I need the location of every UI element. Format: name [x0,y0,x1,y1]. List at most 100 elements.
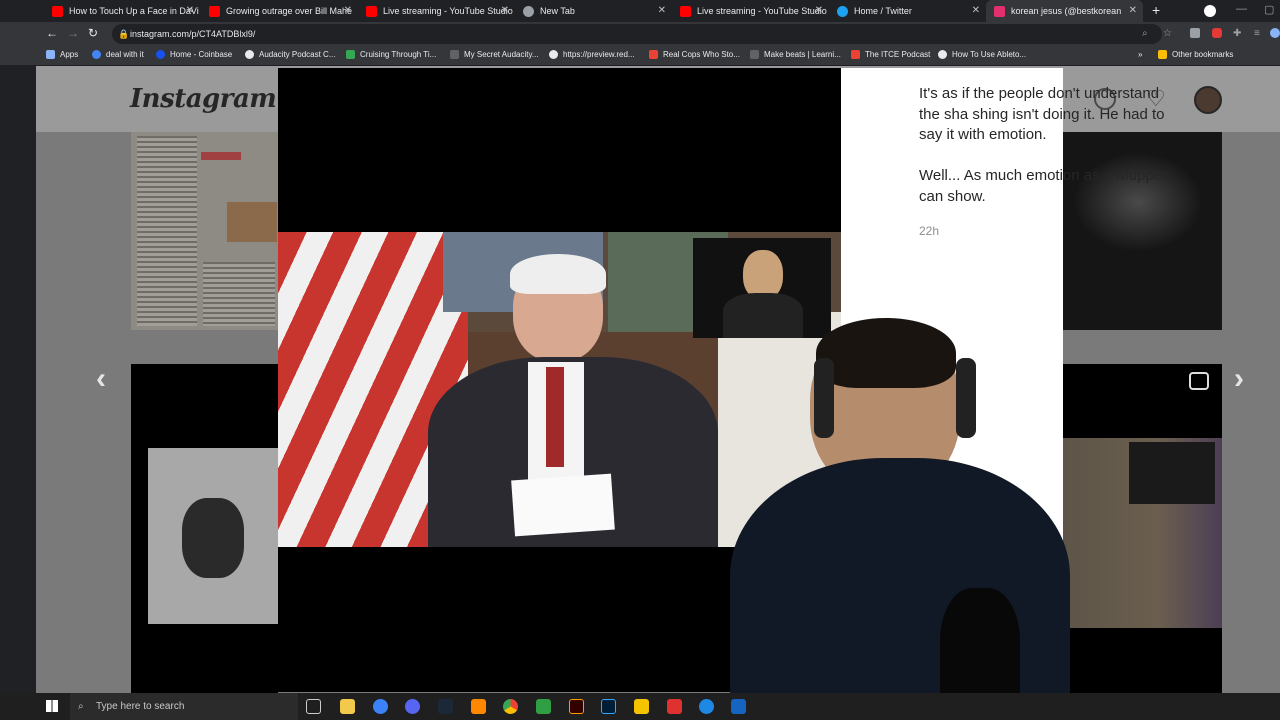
tab-3[interactable]: Live streaming - YouTube Studio ✕ [358,0,515,22]
instagram-icon [994,5,1005,17]
search-placeholder: Type here to search [96,701,185,712]
windows-taskbar: ⌕ Type here to search [0,693,1280,720]
youtube-icon [366,5,377,17]
vlc-icon[interactable] [471,699,486,714]
close-icon[interactable]: ✕ [815,5,823,16]
bookmark-label: deal with it [106,50,144,59]
post-thumbnail[interactable] [131,364,278,693]
chrome-icon[interactable] [503,699,518,714]
steam-icon[interactable] [438,699,453,714]
chevron-left-icon[interactable]: ‹ [96,362,106,396]
address-bar[interactable]: 🔒 instagram.com/p/CT4ATDBlxl9/ [112,24,1162,44]
app-icon[interactable] [667,699,682,714]
puzzle-icon[interactable]: ✚ [1233,28,1241,39]
folder-icon [1158,50,1167,59]
extension-icon[interactable] [1212,28,1222,38]
tab-title: Live streaming - YouTube Studio [383,6,513,16]
tab-title: Growing outrage over Bill Mahe [226,6,353,16]
file-explorer-icon[interactable] [340,699,355,714]
bookmark-item[interactable]: Home - Coinbase [156,50,232,59]
bookmark-label: The ITCE Podcast [865,50,931,59]
bookmark-item[interactable]: Cruising Through Ti... [346,50,436,59]
queue-icon[interactable]: ≡ [1254,28,1260,39]
close-icon[interactable]: ✕ [186,5,194,16]
extension-icon[interactable] [1190,28,1200,38]
post-thumbnail[interactable] [131,132,278,330]
other-bookmarks[interactable]: Other bookmarks [1158,50,1233,59]
app-icon[interactable] [536,699,551,714]
bookmarks-more[interactable]: » [1138,50,1142,59]
instagram-logo[interactable]: Instagram [130,84,277,114]
bookmark-item[interactable]: Make beats | Learni... [750,50,841,59]
star-icon[interactable]: ☆ [1163,28,1172,39]
back-arrow-icon[interactable]: ← [46,26,58,40]
tab-title: New Tab [540,6,575,16]
close-icon[interactable]: ✕ [501,5,509,16]
bookmark-favicon [938,50,947,59]
tab-7-active[interactable]: korean jesus (@bestkorean ✕ [986,0,1143,22]
close-icon[interactable]: ✕ [1129,5,1137,16]
app-icon[interactable] [699,699,714,714]
bookmark-label: https://preview.red... [563,50,635,59]
task-view-icon[interactable] [306,699,321,714]
explore-compass-icon[interactable] [1094,88,1116,110]
bookmark-item[interactable]: My Secret Audacity... [450,50,539,59]
bookmark-item[interactable]: Real Cops Who Sto... [649,50,740,59]
forward-arrow-icon[interactable]: → [67,26,79,40]
bookmark-item[interactable]: https://preview.red... [549,50,635,59]
heart-icon[interactable]: ♡ [1146,86,1166,112]
bookmark-favicon [92,50,101,59]
new-tab-icon[interactable]: + [1152,2,1160,18]
tab-title: How to Touch Up a Face in DaVi [69,6,199,16]
comment-text: Well... As much emotion as a Muppet can … [919,166,1199,207]
reload-icon[interactable]: ↻ [88,26,98,40]
profile-avatar-icon[interactable] [1270,28,1280,38]
tab-2[interactable]: Growing outrage over Bill Mahe ✕ [201,0,358,22]
app-icon[interactable] [373,699,388,714]
app-icon[interactable] [634,699,649,714]
comment-timestamp: 22h [919,224,940,238]
tab-1[interactable]: How to Touch Up a Face in DaVi ✕ [44,0,200,22]
bookmark-label: How To Use Ableto... [952,50,1027,59]
reels-icon [1189,372,1209,390]
chevron-right-icon[interactable]: › [1234,362,1244,396]
url-text: instagram.com/p/CT4ATDBlxl9/ [130,29,256,39]
tab-5[interactable]: Live streaming - YouTube Studio ✕ [672,0,829,22]
tab-6[interactable]: Home / Twitter ✕ [829,0,986,22]
bookmark-favicon [346,50,355,59]
app-icon[interactable] [731,699,746,714]
youtube-icon [209,5,220,17]
bookmark-item[interactable]: deal with it [92,50,144,59]
youtube-icon [52,5,63,17]
maximize-icon[interactable]: ▢ [1264,3,1274,16]
minimize-icon[interactable]: — [1236,3,1247,15]
bookmark-label: Other bookmarks [1172,50,1234,59]
media-icon[interactable] [1204,5,1216,17]
chrome-newtab-icon [523,5,534,17]
youtube-icon [680,5,691,17]
bookmark-item[interactable]: How To Use Ableto... [938,50,1026,59]
github-icon [245,50,254,59]
zoom-icon[interactable]: ⌕ [1142,28,1148,39]
taskbar-search[interactable]: ⌕ Type here to search [70,693,298,720]
avatar[interactable] [1194,86,1222,114]
bookmark-favicon [851,50,860,59]
tab-title: korean jesus (@bestkorean [1011,6,1122,16]
bookmark-label: Real Cops Who Sto... [663,50,740,59]
post-thumbnail[interactable] [1063,132,1222,330]
close-icon[interactable]: ✕ [972,5,980,16]
close-icon[interactable]: ✕ [658,5,666,16]
bookmark-apps[interactable]: Apps [46,50,78,59]
search-icon: ⌕ [78,701,84,712]
photoshop-icon[interactable] [601,699,616,714]
illustrator-icon[interactable] [569,699,584,714]
discord-icon[interactable] [405,699,420,714]
close-icon[interactable]: ✕ [344,5,352,16]
bookmark-item[interactable]: The ITCE Podcast [851,50,930,59]
bookmarks-bar: Apps deal with it Home - Coinbase Audaci… [0,46,1280,66]
tab-4[interactable]: New Tab ✕ [515,0,672,22]
comment-line: can show. [919,187,986,205]
bookmark-item[interactable]: Audacity Podcast C... [245,50,335,59]
windows-start-icon[interactable] [46,700,58,712]
more-label: » [1138,50,1143,59]
